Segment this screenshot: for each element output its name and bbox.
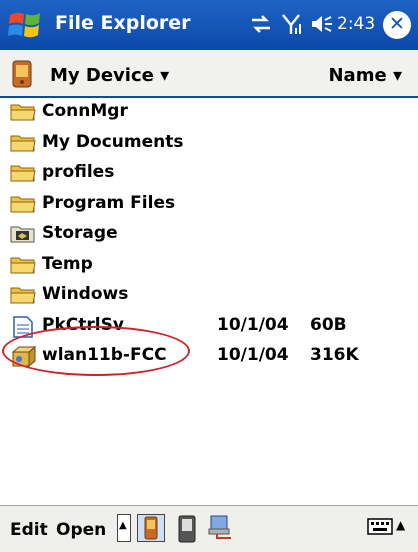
storage-card-icon [10,224,36,248]
up-arrow-icon: ▲ [119,520,127,531]
file-name: My Documents [42,131,184,152]
folder-icon [10,194,36,218]
highlight-circle-annotation [2,326,190,376]
chevron-down-icon: ▾ [392,65,402,86]
location-label: My Device [50,65,154,86]
device-view-button[interactable] [137,514,165,542]
sort-dropdown[interactable]: Name ▾ [328,65,402,86]
list-item[interactable]: Temp [0,249,418,280]
storage-card-icon [178,515,196,543]
list-item[interactable]: Program Files [0,188,418,219]
folder-icon [10,163,36,187]
network-share-icon [208,515,231,539]
file-name: Program Files [42,192,176,213]
list-item[interactable]: profiles [0,157,418,188]
navigation-bar: File Explorer 2:43 ✕ [0,0,418,50]
file-size: 316K [310,345,359,365]
volume-icon[interactable] [309,12,335,40]
clock[interactable]: 2:43 [337,14,375,34]
device-icon [10,60,34,92]
file-name: Temp [42,253,93,274]
storage-card-button[interactable] [176,515,198,547]
keyboard-icon [367,518,393,535]
folder-icon [10,133,36,157]
location-dropdown[interactable]: My Device ▾ [50,65,169,86]
command-bar: Edit Open ▲ ▲ [0,505,418,552]
keyboard-button[interactable] [367,516,393,542]
folder-icon [10,285,36,309]
file-name: Windows [42,284,129,304]
file-date: 10/1/04 [217,314,289,335]
open-menu[interactable]: Open [56,520,106,540]
list-item[interactable]: Storage [0,218,418,249]
list-item[interactable]: Windows [0,279,418,310]
file-name: ConnMgr [42,101,128,121]
start-flag-icon[interactable] [8,9,42,41]
up-button[interactable]: ▲ [117,514,131,542]
network-share-button[interactable] [207,514,235,546]
chevron-down-icon: ▾ [160,65,170,86]
app-title: File Explorer [55,12,191,34]
close-icon: ✕ [389,13,405,35]
close-button[interactable]: ✕ [383,11,411,39]
folder-icon [10,102,36,126]
signal-icon[interactable] [281,12,303,40]
input-panel-arrow[interactable]: ▲ [396,518,405,532]
sort-label: Name [328,65,387,86]
file-size: 60B [310,314,347,335]
edit-menu[interactable]: Edit [10,520,48,540]
list-item[interactable]: ConnMgr [0,96,418,127]
list-item[interactable]: My Documents [0,127,418,158]
location-bar: My Device ▾ Name ▾ [0,50,418,98]
file-name: profiles [42,162,115,182]
folder-icon [10,255,36,279]
file-date: 10/1/04 [217,345,289,365]
device-icon [144,516,158,540]
file-name: Storage [42,223,118,243]
connectivity-icon[interactable] [249,12,273,40]
